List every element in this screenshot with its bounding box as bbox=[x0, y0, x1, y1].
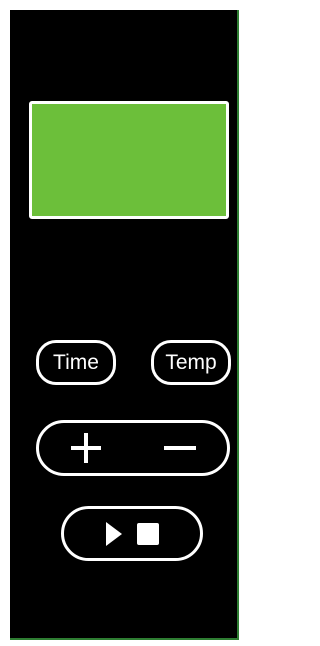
play-icon bbox=[106, 521, 122, 546]
control-panel: Time Temp bbox=[10, 10, 239, 640]
temp-button-label: Temp bbox=[165, 350, 217, 374]
temp-button[interactable]: Temp bbox=[151, 340, 231, 385]
time-button-label: Time bbox=[53, 350, 99, 374]
decrease-button[interactable] bbox=[135, 423, 225, 473]
minus-icon bbox=[164, 446, 196, 450]
plus-icon bbox=[71, 433, 101, 463]
stop-icon bbox=[137, 522, 159, 545]
time-button[interactable]: Time bbox=[36, 340, 116, 385]
lcd-display bbox=[29, 101, 229, 219]
increase-button[interactable] bbox=[41, 423, 131, 473]
start-stop-button[interactable] bbox=[61, 506, 203, 561]
adjust-rocker bbox=[36, 420, 230, 476]
